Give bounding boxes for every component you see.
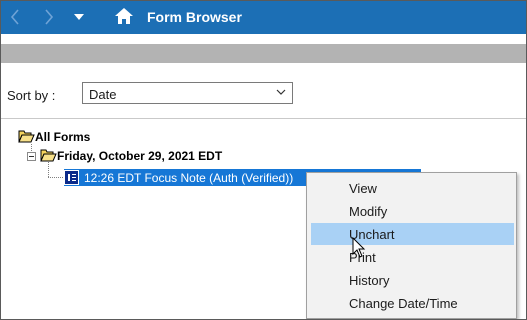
form-browser-window: Form Browser Sort by : Date All Forms Fr… bbox=[0, 0, 527, 320]
mouse-pointer-icon bbox=[352, 237, 366, 258]
window-title: Form Browser bbox=[147, 9, 242, 25]
collapse-icon[interactable] bbox=[27, 152, 36, 161]
back-icon[interactable] bbox=[7, 7, 23, 27]
sort-by-select[interactable]: Date bbox=[82, 82, 293, 104]
sort-by-label: Sort by : bbox=[7, 88, 56, 103]
forward-icon[interactable] bbox=[41, 7, 57, 27]
home-icon[interactable] bbox=[113, 6, 135, 26]
menu-item-view[interactable]: View bbox=[311, 177, 514, 199]
open-folder-icon bbox=[18, 130, 35, 143]
tree-connector bbox=[48, 177, 63, 178]
toolbar-spacer bbox=[1, 34, 526, 44]
menu-item-change-date-time[interactable]: Change Date/Time bbox=[311, 292, 514, 314]
caret-down-icon[interactable] bbox=[71, 7, 87, 27]
title-bar: Form Browser bbox=[1, 1, 526, 34]
context-menu: View Modify Unchart Print History Change… bbox=[306, 172, 517, 319]
menu-item-history[interactable]: History bbox=[311, 269, 514, 291]
open-folder-icon bbox=[40, 149, 57, 162]
tree-node-all-forms[interactable]: All Forms bbox=[35, 130, 90, 144]
menu-item-unchart[interactable]: Unchart bbox=[311, 223, 514, 245]
chevron-down-icon bbox=[276, 89, 286, 95]
document-icon bbox=[64, 170, 79, 185]
toolbar-strip bbox=[1, 44, 526, 63]
tree-node-focus-note-label: 12:26 EDT Focus Note (Auth (Verified)) bbox=[84, 171, 294, 185]
tree-node-date[interactable]: Friday, October 29, 2021 EDT bbox=[57, 149, 222, 163]
sort-by-value: Date bbox=[89, 87, 117, 102]
menu-item-print[interactable]: Print bbox=[311, 246, 514, 268]
divider bbox=[1, 118, 526, 119]
tree-connector bbox=[48, 162, 49, 177]
menu-item-modify[interactable]: Modify bbox=[311, 200, 514, 222]
